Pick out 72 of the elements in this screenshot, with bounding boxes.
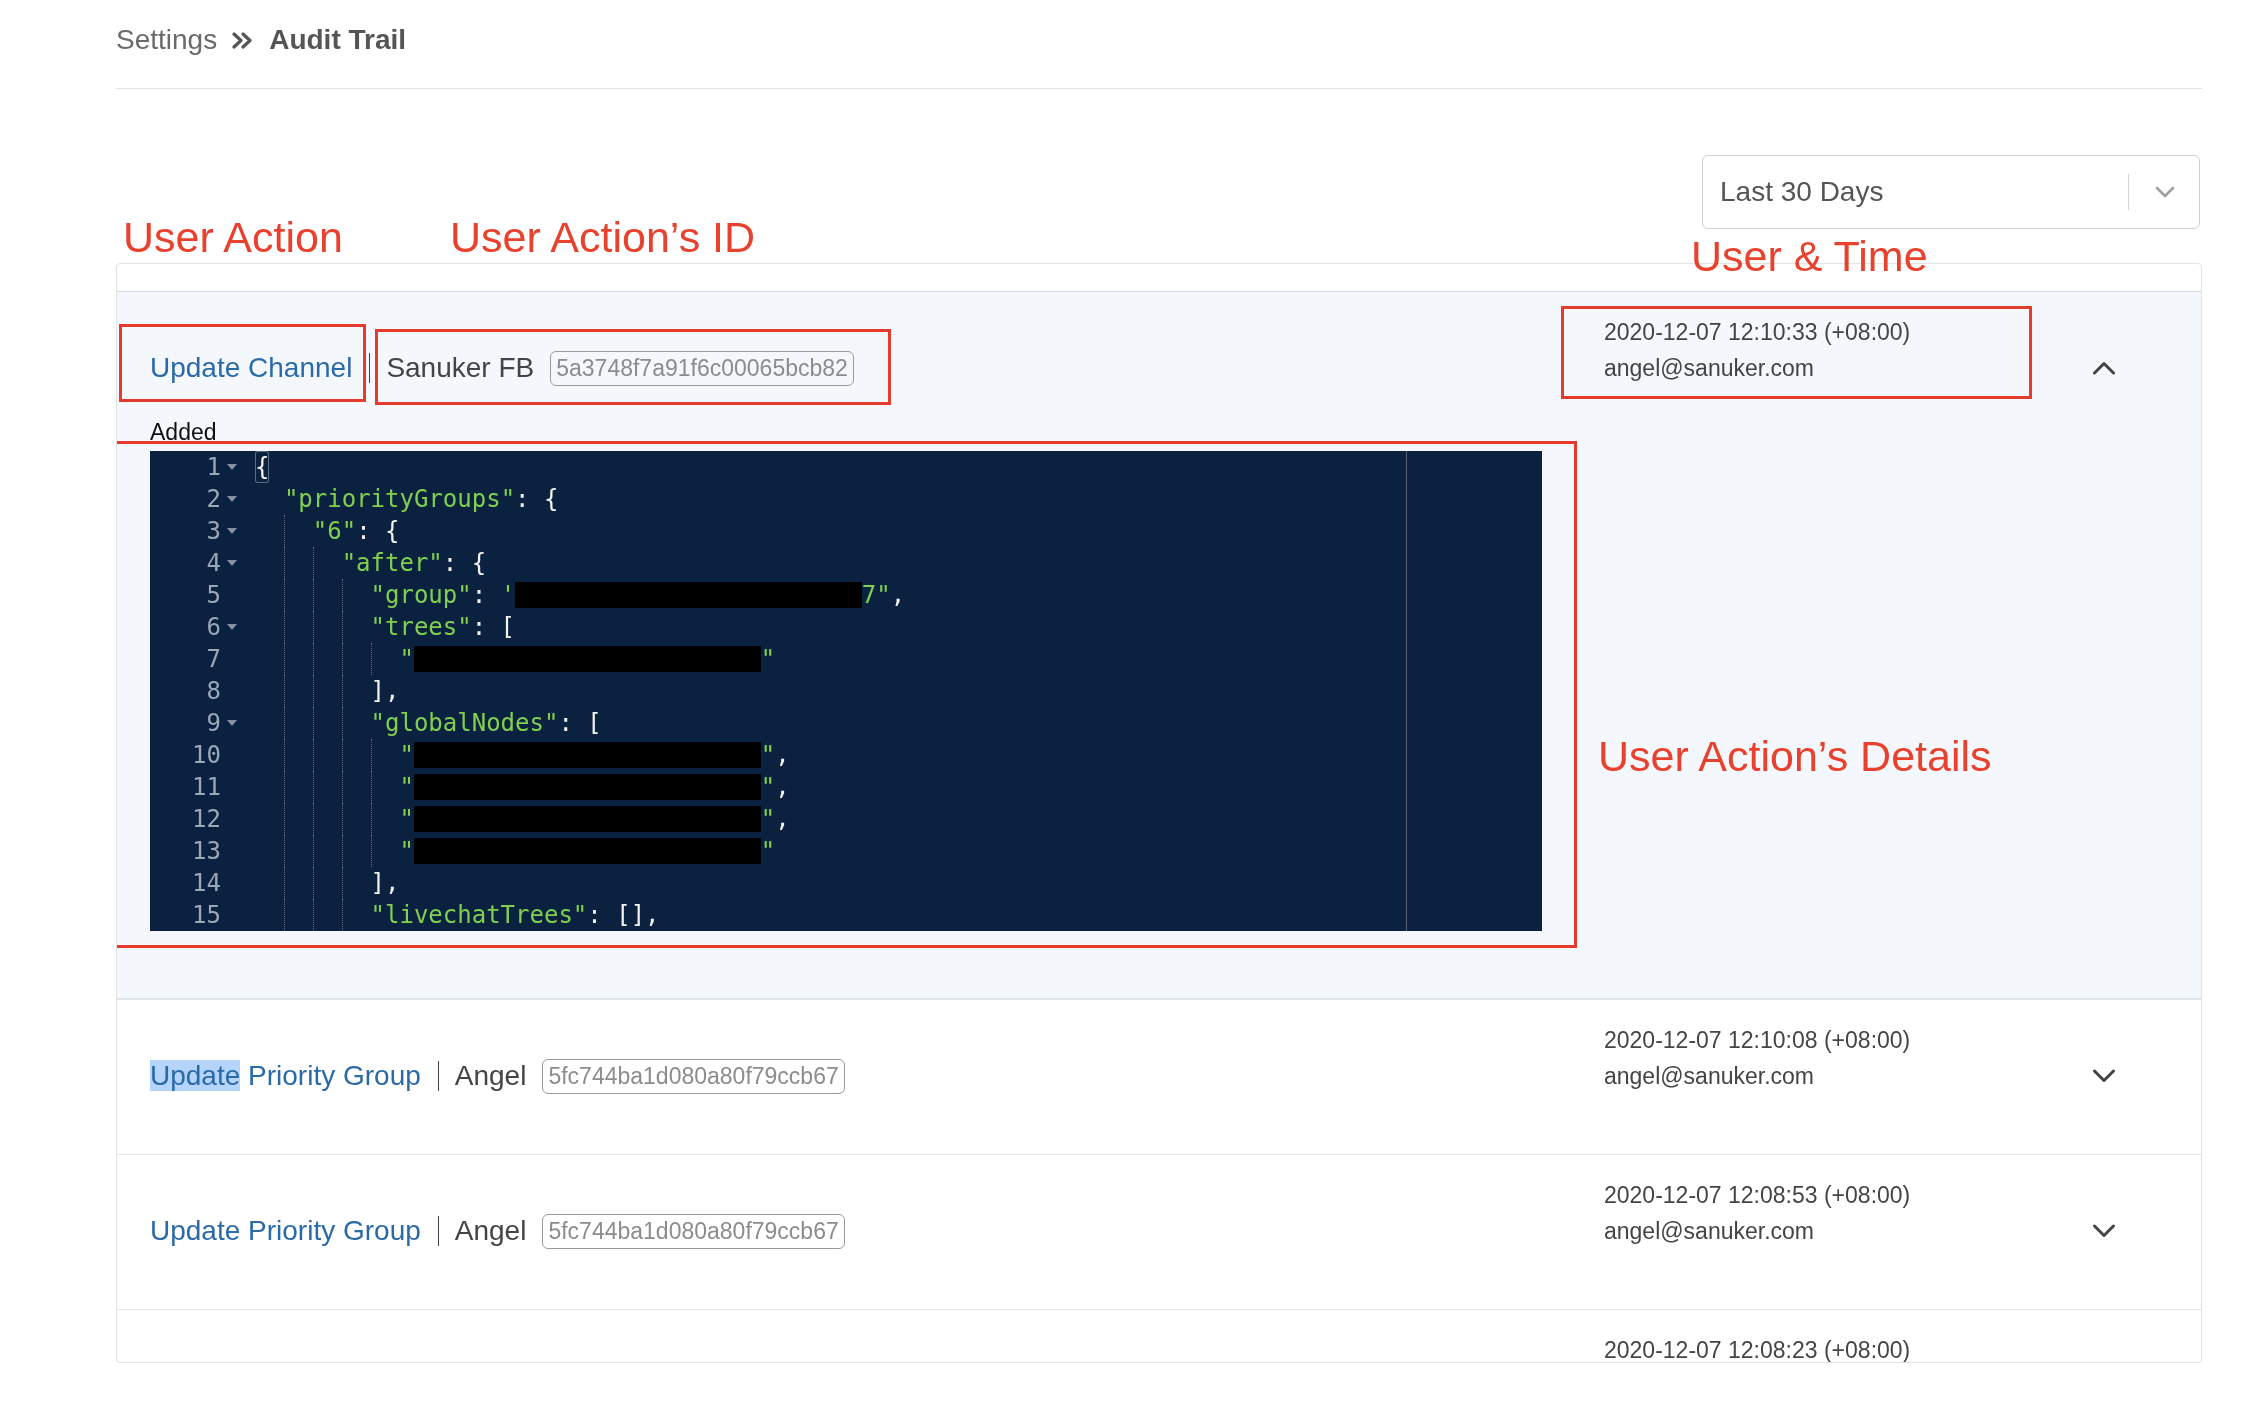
double-chevron-icon — [231, 31, 254, 49]
timestamp: 2020-12-07 12:10:33 (+08:00) — [1604, 318, 1911, 347]
action-link[interactable]: Update Priority Group — [150, 1058, 421, 1094]
line-number: 13 — [192, 836, 221, 867]
user-email: angel@sanuker.com — [1604, 1217, 1815, 1246]
code-text: " — [760, 836, 776, 867]
annotation-label: User Action’s ID — [450, 212, 756, 262]
code-text: " — [399, 836, 414, 867]
code-text: "priorityGroups": { — [283, 484, 559, 515]
line-number: 14 — [192, 868, 221, 899]
details-label: Added — [150, 418, 217, 446]
line-number: 11 — [192, 772, 221, 803]
code-text: " — [399, 644, 414, 675]
line-number: 3 — [206, 516, 221, 547]
target-name: Angel — [454, 1059, 527, 1093]
annotation-label: User & Time — [1691, 231, 1928, 281]
code-text: 7", — [861, 580, 906, 611]
chevron-down-icon — [2155, 186, 2175, 198]
record-id-tag: 5fc744ba1d080a80f79ccb67 — [542, 1213, 845, 1249]
timestamp: 2020-12-07 12:08:53 (+08:00) — [1604, 1181, 1911, 1210]
fold-arrow-icon[interactable] — [227, 528, 237, 534]
line-number: 15 — [192, 900, 221, 931]
record-id-tag: 5fc744ba1d080a80f79ccb67 — [542, 1058, 845, 1094]
target-name: Sanuker FB — [386, 351, 535, 385]
target-name: Angel — [454, 1214, 527, 1248]
line-number: 10 — [192, 740, 221, 771]
code-text: ", — [760, 804, 790, 835]
timestamp: 2020-12-07 12:08:23 (+08:00) — [1604, 1336, 1911, 1362]
record-id-tag: 5a3748f7a91f6c00065bcb82 — [550, 350, 854, 386]
chevron-down-icon[interactable] — [2091, 1224, 2116, 1238]
code-text: ], — [370, 676, 400, 707]
fold-arrow-icon[interactable] — [227, 720, 237, 726]
annotation-label: User Action — [123, 212, 343, 262]
breadcrumb-current: Audit Trail — [269, 23, 407, 57]
code-text: "globalNodes": [ — [370, 708, 602, 739]
chevron-down-icon[interactable] — [2091, 1069, 2116, 1083]
line-number: 2 — [206, 484, 221, 515]
fold-arrow-icon[interactable] — [227, 464, 237, 470]
line-number: 1 — [206, 452, 221, 483]
code-editor[interactable]: 1 { 2 "priorityGroups": { 3 "6": { 4 "after": { 5 "group": ' 7", 6 "trees": [ 7 " " 8 ], 9 "globalNodes": [ 10 " ", 11 " ", 12 " ", 13 " " 14 ], 15 "livechatTrees": [], — [150, 451, 1542, 931]
code-text: ], — [370, 868, 400, 899]
line-number: 9 — [206, 708, 221, 739]
code-text: " — [399, 740, 414, 771]
breadcrumb-link[interactable]: Settings — [116, 22, 218, 58]
line-number: 7 — [206, 644, 221, 675]
fold-arrow-icon[interactable] — [227, 560, 237, 566]
code-text: " — [399, 772, 414, 803]
code-text: "after": { — [341, 548, 487, 579]
chevron-up-icon[interactable] — [2091, 361, 2116, 375]
action-link[interactable]: Update Channel — [150, 350, 353, 386]
code-text: ", — [760, 740, 790, 771]
timestamp: 2020-12-07 12:10:08 (+08:00) — [1604, 1026, 1911, 1055]
line-number: 5 — [206, 580, 221, 611]
code-text: "6": { — [312, 516, 400, 547]
line-number: 12 — [192, 804, 221, 835]
code-text: "livechatTrees": [], — [370, 900, 660, 931]
code-text: "group": ' — [370, 580, 516, 611]
action-link[interactable]: Update Priority Group — [150, 1213, 421, 1249]
date-range-select[interactable]: Last 30 Days — [1702, 155, 2200, 229]
line-number: 8 — [206, 676, 221, 707]
user-email: angel@sanuker.com — [1604, 354, 1815, 383]
line-number: 6 — [206, 612, 221, 643]
annotation-label: User Action’s Details — [1598, 731, 1992, 781]
code-text: { — [255, 451, 270, 483]
code-text: ", — [760, 772, 790, 803]
line-number: 4 — [206, 548, 221, 579]
code-text: " — [399, 804, 414, 835]
code-text: " — [760, 644, 776, 675]
code-text: "trees": [ — [370, 612, 516, 643]
fold-arrow-icon[interactable] — [227, 624, 237, 630]
fold-arrow-icon[interactable] — [227, 496, 237, 502]
user-email: angel@sanuker.com — [1604, 1062, 1815, 1091]
